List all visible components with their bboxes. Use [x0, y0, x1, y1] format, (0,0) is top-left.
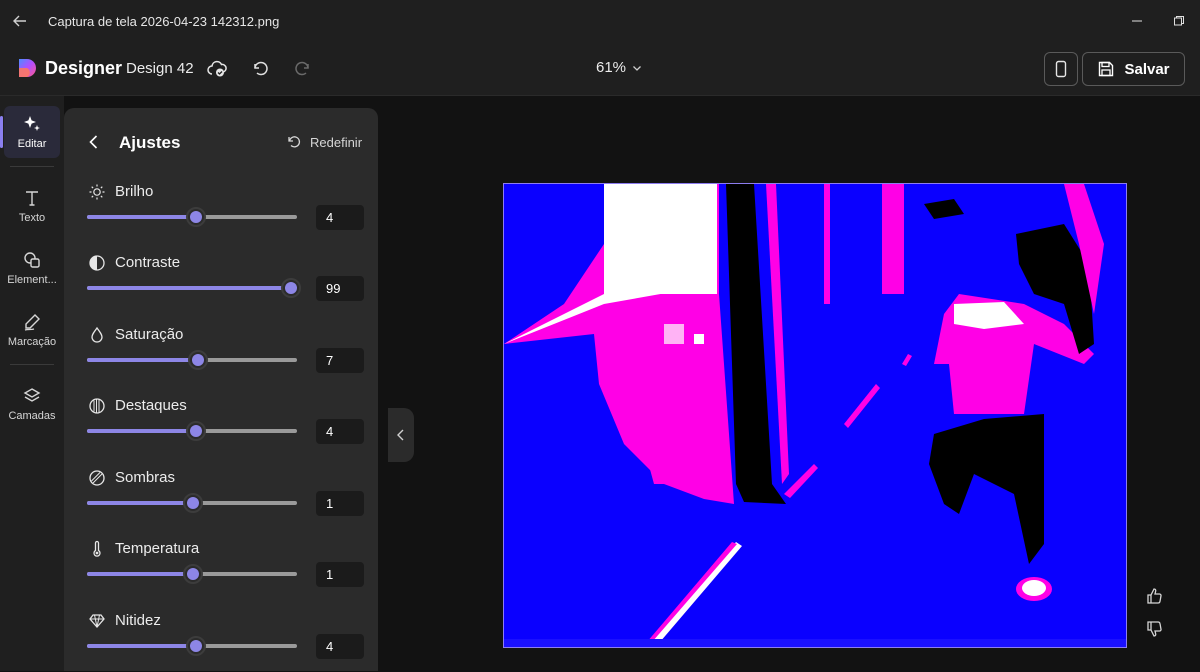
slider-thumb[interactable] — [188, 350, 209, 370]
restore-icon — [1174, 16, 1184, 26]
slider-thumb[interactable] — [280, 278, 301, 298]
slider-thumb[interactable] — [186, 636, 207, 656]
adjustment-label: Brilho — [115, 183, 154, 200]
app-toolbar: Designer Design 42 61% Salvar — [0, 42, 1200, 96]
temperatura-value-input[interactable]: 1 — [316, 562, 364, 587]
slider-thumb[interactable] — [183, 564, 204, 584]
contraste-value-input[interactable]: 99 — [316, 276, 364, 301]
sombras-slider[interactable] — [87, 493, 297, 513]
sparkle-icon — [24, 116, 40, 131]
slider-thumb[interactable] — [186, 207, 207, 227]
chevron-left-icon — [397, 429, 404, 441]
rail-label: Element... — [7, 274, 57, 286]
slider-thumb[interactable] — [183, 493, 204, 513]
adjustment-nitidez: Nitidez 4 — [64, 610, 378, 672]
layers-icon — [23, 388, 41, 402]
restore-button[interactable] — [1158, 0, 1200, 42]
app-brand: Designer — [45, 58, 123, 78]
diamond-icon — [89, 614, 105, 628]
contrast-icon — [89, 255, 105, 271]
designer-logo-icon — [19, 59, 36, 77]
sombras-value-input[interactable]: 1 — [316, 491, 364, 516]
destaques-slider[interactable] — [87, 421, 297, 441]
temperatura-slider[interactable] — [87, 564, 297, 584]
reset-icon — [288, 136, 301, 148]
undo-icon[interactable] — [249, 58, 271, 80]
chevron-down-icon — [633, 65, 641, 71]
rail-label: Marcação — [7, 336, 57, 348]
cloud-saved-icon[interactable] — [206, 58, 228, 80]
reset-button[interactable]: Redefinir — [286, 134, 362, 150]
window-title: Captura de tela 2026-04-23 142312.png — [48, 13, 280, 29]
panel-header: Ajustes Redefinir — [64, 128, 378, 158]
rail-label: Camadas — [8, 410, 56, 422]
adjustment-contraste: Contraste 99 — [64, 252, 378, 314]
save-icon — [1099, 61, 1114, 77]
adjustment-label: Temperatura — [115, 540, 200, 557]
adjustment-label: Saturação — [115, 326, 184, 343]
droplet-icon — [91, 326, 103, 343]
pen-icon — [24, 314, 40, 331]
rail-item-marcacao[interactable]: Marcação — [4, 304, 60, 356]
nitidez-slider[interactable] — [87, 636, 297, 656]
saturacao-slider[interactable] — [87, 350, 297, 370]
redo-icon[interactable] — [292, 58, 314, 80]
rail-label: Texto — [18, 212, 46, 224]
design-name[interactable]: Design 42 — [126, 60, 194, 77]
brilho-slider[interactable] — [87, 207, 297, 227]
minimize-button[interactable] — [1116, 0, 1158, 42]
brilho-value-input[interactable]: 4 — [316, 205, 364, 230]
left-rail: Editar Texto Element... Marcação Camadas — [0, 96, 64, 671]
rail-item-texto[interactable]: Texto — [4, 180, 60, 232]
thermometer-icon — [93, 540, 101, 557]
adjustment-sombras: Sombras 1 — [64, 467, 378, 529]
rail-item-camadas[interactable]: Camadas — [4, 378, 60, 430]
highlights-icon — [89, 398, 105, 414]
minimize-icon — [1132, 20, 1142, 22]
copy-button[interactable] — [1044, 52, 1078, 86]
adjustments-panel: Ajustes Redefinir Brilho 4 Contraste 99 … — [64, 108, 378, 671]
adjustment-temperatura: Temperatura 1 — [64, 538, 378, 600]
thumbs-down-icon[interactable] — [1143, 618, 1165, 640]
rail-label: Editar — [17, 138, 47, 150]
design-image[interactable] — [503, 183, 1127, 648]
arrow-left-icon[interactable] — [0, 0, 40, 42]
nitidez-value-input[interactable]: 4 — [316, 634, 364, 659]
thumbs-up-icon[interactable] — [1143, 585, 1165, 607]
edited-photo — [504, 184, 1126, 647]
adjustment-saturacao: Saturação 7 — [64, 324, 378, 386]
window-titlebar: Captura de tela 2026-04-23 142312.png — [0, 0, 1200, 42]
save-label: Salvar — [1124, 60, 1170, 78]
saturacao-value-input[interactable]: 7 — [316, 348, 364, 373]
adjustment-brilho: Brilho 4 — [64, 181, 378, 243]
adjustment-label: Nitidez — [115, 612, 161, 629]
destaques-value-input[interactable]: 4 — [316, 419, 364, 444]
text-icon — [26, 191, 38, 206]
adjustment-label: Destaques — [115, 397, 187, 414]
save-button[interactable]: Salvar — [1082, 52, 1185, 86]
adjustment-label: Sombras — [115, 469, 176, 486]
divider — [10, 364, 54, 365]
zoom-level: 61% — [596, 59, 627, 76]
divider — [10, 166, 54, 167]
reset-label: Redefinir — [310, 134, 363, 150]
slider-thumb[interactable] — [186, 421, 207, 441]
zoom-dropdown[interactable]: 61% — [596, 59, 642, 76]
copy-icon — [1055, 60, 1067, 78]
chevron-left-icon[interactable] — [84, 132, 104, 152]
panel-title: Ajustes — [119, 133, 181, 152]
shadows-icon — [89, 470, 105, 486]
rail-item-editar[interactable]: Editar — [0, 106, 60, 158]
contraste-slider[interactable] — [87, 278, 301, 298]
adjustment-destaques: Destaques 4 — [64, 395, 378, 457]
sun-icon — [89, 184, 105, 200]
adjustment-label: Contraste — [115, 254, 181, 271]
rail-item-elementos[interactable]: Element... — [4, 242, 60, 294]
collapse-panel-button[interactable] — [388, 408, 414, 462]
shapes-icon — [24, 252, 40, 268]
